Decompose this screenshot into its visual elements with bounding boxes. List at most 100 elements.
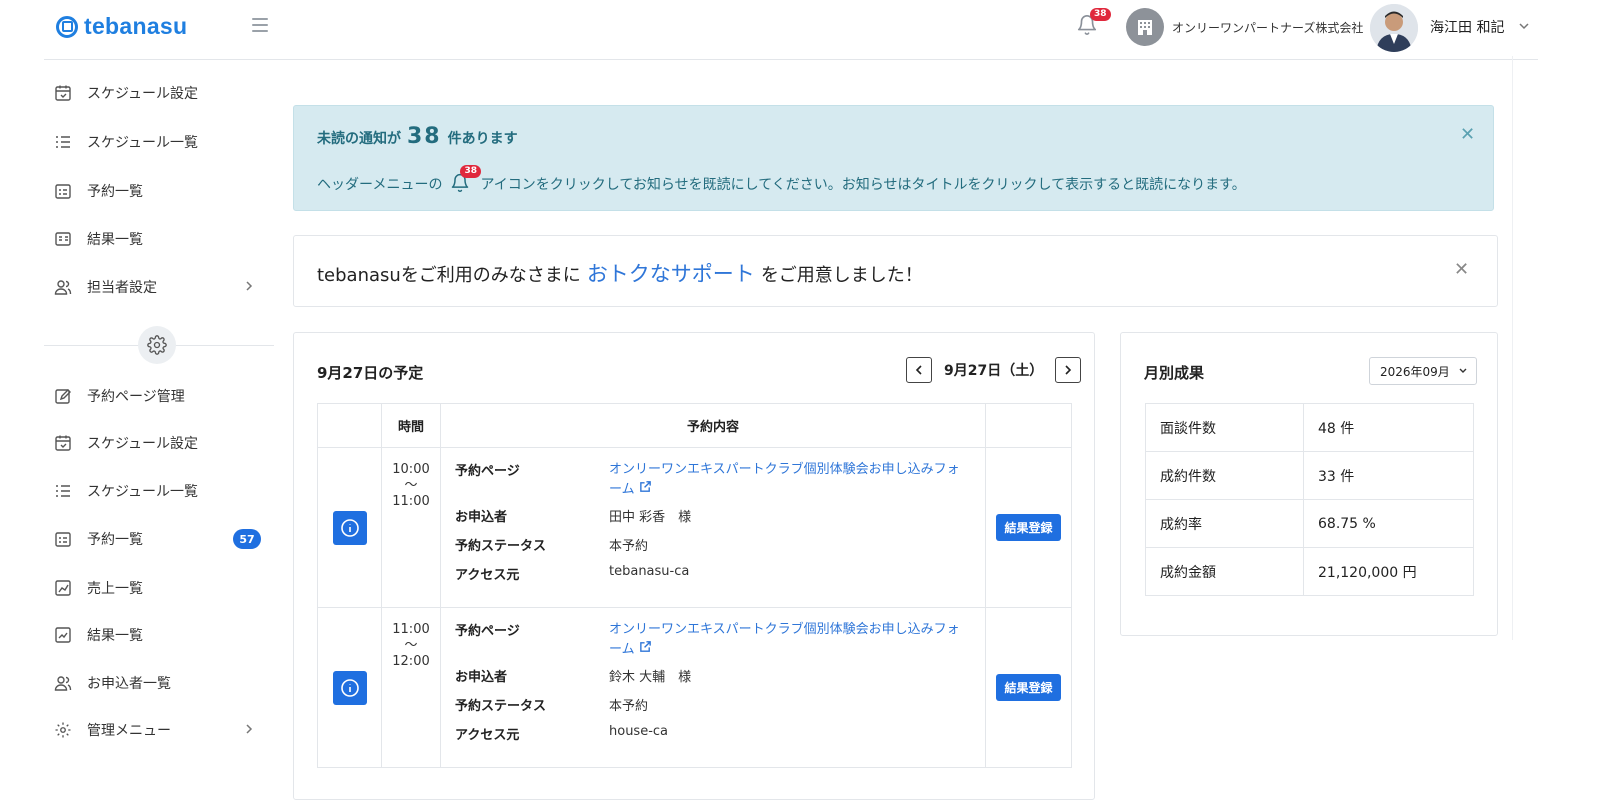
table-row: 10:00 〜 11:00 予約ページ オンリーワンエキスパートクラブ個別体験会…: [317, 447, 1072, 608]
sidebar-item-label: 予約ページ管理: [87, 389, 185, 405]
alert-body: ヘッダーメニューの 38 アイコンをクリックしてお知らせを既読にしてください。お…: [317, 165, 1246, 195]
schedule-title: 9月27日の予定: [317, 364, 424, 382]
kpi-label: 面談件数: [1145, 403, 1304, 452]
sidebar-item-schedule-list[interactable]: スケジュール一覧: [44, 122, 274, 162]
hamburger-menu-icon[interactable]: [252, 18, 268, 32]
sidebar-item-label: スケジュール設定: [87, 436, 199, 452]
info-button[interactable]: [332, 670, 367, 705]
sidebar-item-schedule-list-2[interactable]: スケジュール一覧: [44, 471, 274, 511]
table-row: 11:00 〜 12:00 予約ページ オンリーワンエキスパートクラブ個別体験会…: [317, 607, 1072, 768]
gear-icon: [55, 722, 71, 738]
chevron-right-icon: [246, 281, 253, 291]
info-button[interactable]: [332, 510, 367, 545]
sidebar-item-admin-menu[interactable]: 管理メニュー: [44, 710, 274, 750]
sidebar-item-label: スケジュール設定: [87, 86, 199, 102]
sidebar-item-label: 売上一覧: [87, 581, 143, 597]
month-select[interactable]: 2026年09月: [1369, 357, 1477, 385]
detail-status-row: 予約ステータス 本予約: [455, 535, 971, 554]
action-cell: 結果登録: [985, 607, 1072, 768]
unread-notification-alert: 未読の通知が 38 件あります ヘッダーメニューの 38 アイコンをクリックして…: [293, 105, 1494, 211]
sidebar-item-schedule-settings-2[interactable]: スケジュール設定: [44, 423, 274, 463]
support-promo-banner: tebanasuをご利用のみなさまに おトクなサポート をご用意しました！ ✕: [293, 235, 1498, 307]
schedule-table: 時間 予約内容 10:00 〜 11:00 予約ページ オンリーワンエキスパート…: [317, 403, 1072, 768]
info-cell: [317, 447, 382, 608]
start-time: 10:00: [392, 462, 430, 477]
users-icon: [54, 280, 72, 295]
detail-label: アクセス元: [455, 728, 520, 743]
chevron-right-icon: [246, 724, 253, 734]
sidebar-item-schedule-settings[interactable]: スケジュール設定: [44, 73, 274, 113]
user-name[interactable]: 海江田 和記: [1430, 17, 1504, 37]
reservation-page-link[interactable]: オンリーワンエキスパートクラブ個別体験会お申し込みフォーム: [609, 620, 971, 660]
user-photo: [1370, 4, 1418, 52]
user-avatar[interactable]: [1370, 4, 1418, 52]
notification-bell-button[interactable]: 38: [1076, 8, 1111, 40]
column-header: [985, 403, 1072, 448]
sidebar-item-result-list[interactable]: 結果一覧: [44, 219, 274, 259]
sidebar-item-result-list-2[interactable]: 結果一覧: [44, 615, 274, 655]
logo-text: tebanasu: [84, 13, 188, 39]
table-row: 成約件数 33 件: [1145, 451, 1474, 500]
detail-label: アクセス元: [455, 568, 520, 583]
sidebar-item-label: お申込者一覧: [87, 676, 171, 692]
detail-label: 予約ページ: [455, 624, 520, 639]
organization-name: オンリーワンパートナーズ株式会社: [1172, 21, 1364, 35]
selected-month: 2026年09月: [1380, 364, 1450, 379]
table-row: 面談件数 48 件: [1145, 403, 1474, 452]
promo-support-link[interactable]: おトクなサポート: [587, 262, 755, 286]
sidebar-item-label: 管理メニュー: [87, 723, 171, 739]
list-icon: [56, 485, 70, 497]
table-row: 成約率 68.75 %: [1145, 499, 1474, 548]
start-time: 11:00: [392, 622, 430, 637]
reservation-list-icon: [55, 532, 71, 547]
table-header-row: 時間 予約内容: [317, 403, 1072, 448]
reservation-status: 本予約: [609, 539, 649, 554]
sidebar-item-label: 予約一覧: [87, 184, 143, 200]
list-icon: [56, 136, 70, 148]
sidebar-item-sales-list[interactable]: 売上一覧: [44, 568, 274, 608]
monthly-results-card: 月別成果 2026年09月 面談件数 48 件 成約件数 33 件 成約率 68…: [1120, 332, 1498, 636]
settings-toggle-button[interactable]: [138, 326, 176, 364]
sidebar-item-reservation-page-management[interactable]: 予約ページ管理: [44, 376, 274, 416]
close-icon[interactable]: ✕: [1454, 259, 1469, 280]
info-icon: [340, 678, 359, 697]
detail-label: 予約ステータス: [455, 539, 547, 554]
page-edge-guide: [1512, 56, 1513, 640]
access-source: house-ca: [609, 724, 669, 739]
brand-logo[interactable]: tebanasu: [56, 13, 187, 40]
result-chart-icon: [55, 627, 71, 643]
chevron-down-icon: [1459, 368, 1467, 373]
detail-label: 予約ステータス: [455, 699, 547, 714]
time-separator: 〜: [404, 478, 418, 493]
alert-title-prefix: 未読の通知が: [317, 131, 401, 147]
register-result-button[interactable]: 結果登録: [996, 514, 1061, 541]
detail-source-row: アクセス元 tebanasu-ca: [455, 564, 971, 583]
detail-applicant-row: お申込者 田中 彩香 様: [455, 506, 971, 525]
sidebar-item-applicant-list[interactable]: お申込者一覧: [44, 663, 274, 703]
reservation-detail-cell: 予約ページ オンリーワンエキスパートクラブ個別体験会お申し込みフォーム お申込者…: [440, 447, 986, 608]
organization-avatar: [1126, 8, 1164, 46]
register-result-button[interactable]: 結果登録: [996, 674, 1061, 701]
building-icon: [1138, 20, 1152, 35]
reservation-page-link[interactable]: オンリーワンエキスパートクラブ個別体験会お申し込みフォーム: [609, 460, 971, 500]
current-date-label: 9月27日（土）: [944, 363, 1044, 379]
detail-label: お申込者: [455, 670, 508, 685]
sidebar-item-reservation-list[interactable]: 予約一覧: [44, 171, 274, 211]
reservation-page-name: オンリーワンエキスパートクラブ個別体験会お申し込みフォーム: [609, 462, 960, 497]
detail-page-row: 予約ページ オンリーワンエキスパートクラブ個別体験会お申し込みフォーム: [455, 620, 971, 660]
applicant-name: 鈴木 大輔 様: [609, 670, 692, 685]
sidebar-item-staff-settings[interactable]: 担当者設定: [44, 267, 274, 307]
reservation-list-icon: [55, 184, 71, 199]
calendar-icon: [55, 85, 71, 101]
time-separator: 〜: [404, 638, 418, 653]
prev-day-button[interactable]: [906, 357, 932, 383]
chevron-left-icon: [915, 365, 922, 375]
chevron-down-icon[interactable]: [1518, 20, 1530, 32]
logo-mark-icon: [56, 15, 78, 38]
time-cell: 11:00 〜 12:00: [381, 607, 441, 768]
next-day-button[interactable]: [1055, 357, 1082, 383]
monthly-kpi-table: 面談件数 48 件 成約件数 33 件 成約率 68.75 % 成約金額 21,…: [1145, 403, 1474, 596]
sales-chart-icon: [55, 580, 71, 596]
close-icon[interactable]: ✕: [1460, 124, 1475, 145]
sidebar-item-reservation-list-2[interactable]: 予約一覧 57: [44, 519, 274, 559]
